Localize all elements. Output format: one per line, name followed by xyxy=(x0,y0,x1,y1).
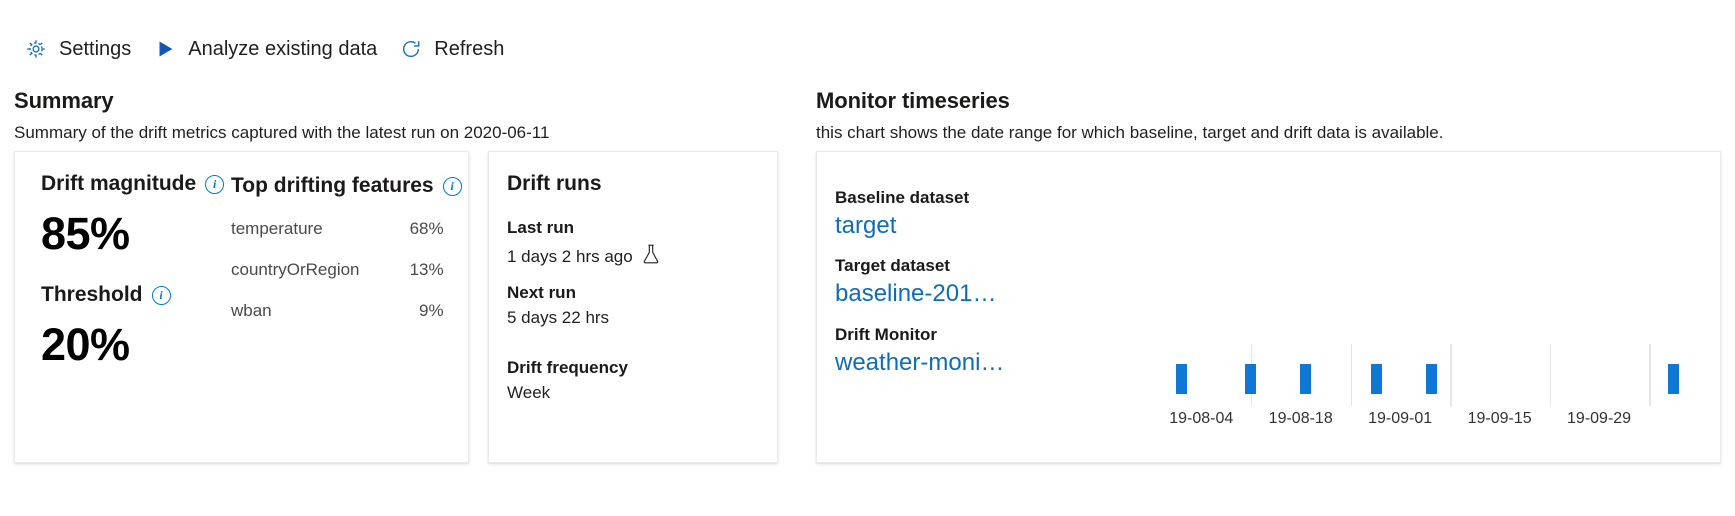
monitor-timeseries-title: Monitor timeseries xyxy=(816,88,1010,113)
drift-monitor-page: Settings Analyze existing data Refresh S… xyxy=(0,0,1735,516)
threshold-label: Threshold xyxy=(41,283,143,307)
threshold-block: Threshold i 20% xyxy=(41,283,231,371)
chart-gridline xyxy=(1450,344,1452,406)
drift-frequency-value: Week xyxy=(507,383,551,402)
settings-button[interactable]: Settings xyxy=(18,31,147,67)
feature-percent: 68% xyxy=(409,219,444,238)
feature-name: temperature xyxy=(231,219,323,238)
summary-card: Drift magnitude i 85% Threshold i 20% To… xyxy=(14,151,469,463)
timeseries-chart[interactable]: 19-08-04 19-08-18 19-09-01 19-09-15 19-09-29 xyxy=(1055,170,1705,444)
threshold-value: 20% xyxy=(41,319,130,371)
baseline-dataset-row: Baseline dataset target xyxy=(835,188,1065,242)
chart-gridline xyxy=(1350,344,1353,406)
feature-percent: 9% xyxy=(419,301,444,320)
drift-magnitude-header: Drift magnitude i xyxy=(41,172,231,196)
last-run-label: Last run xyxy=(507,218,575,237)
chart-bar[interactable] xyxy=(1668,364,1680,394)
summary-subtitle: Summary of the drift metrics captured wi… xyxy=(14,123,550,142)
analyze-existing-data-label: Analyze existing data xyxy=(188,38,378,60)
last-run-value: 1 days 2 hrs ago xyxy=(507,246,633,266)
drift-monitor-link[interactable]: weather-moni… xyxy=(835,347,1065,379)
baseline-dataset-label: Baseline dataset xyxy=(835,188,970,207)
refresh-icon xyxy=(399,37,423,61)
top-drifting-features-column: Top drifting features i temperature 68% … xyxy=(231,172,462,369)
chart-tick-label: 19-09-15 xyxy=(1467,410,1532,427)
chart-bar[interactable] xyxy=(1425,364,1437,394)
settings-button-label: Settings xyxy=(59,38,132,60)
chart-bar[interactable] xyxy=(1300,364,1312,394)
top-drifting-features-label: Top drifting features xyxy=(231,174,434,197)
drift-magnitude-value: 85% xyxy=(41,208,130,259)
monitor-timeseries-subtitle: this chart shows the date range for whic… xyxy=(816,123,1444,142)
top-drifting-features-info-icon[interactable]: i xyxy=(442,176,462,196)
chart-gridline xyxy=(1649,344,1651,406)
feature-percent: 13% xyxy=(409,260,444,279)
last-run-value-row: 1 days 2 hrs ago xyxy=(507,243,757,270)
timeseries-legend-rows: Baseline dataset target Target dataset b… xyxy=(835,188,1065,379)
chart-tick-label: 19-09-01 xyxy=(1368,410,1433,427)
summary-title: Summary xyxy=(14,88,114,113)
flask-icon xyxy=(641,243,661,270)
chart-gridline xyxy=(1549,344,1552,406)
chart-tick-label: 19-09-29 xyxy=(1567,410,1632,427)
target-dataset-row: Target dataset baseline-201… xyxy=(835,256,1065,310)
chart-bar[interactable] xyxy=(1176,364,1188,394)
drift-magnitude-label: Drift magnitude xyxy=(41,172,197,195)
top-drifting-features-header: Top drifting features i xyxy=(231,174,462,198)
chart-plot-area xyxy=(1055,170,1705,406)
play-icon xyxy=(153,37,177,61)
summary-header: Summary Summary of the drift metrics cap… xyxy=(14,88,549,143)
summary-metrics-column: Drift magnitude i 85% Threshold i 20% xyxy=(41,172,231,369)
feature-row: wban 9% xyxy=(231,301,462,321)
baseline-dataset-link[interactable]: target xyxy=(835,210,1065,242)
chart-bar[interactable] xyxy=(1245,364,1257,394)
drift-monitor-row: Drift Monitor weather-moni… xyxy=(835,325,1065,379)
monitor-timeseries-card: Baseline dataset target Target dataset b… xyxy=(816,151,1721,463)
analyze-existing-data-button[interactable]: Analyze existing data xyxy=(147,31,393,67)
feature-name: wban xyxy=(231,301,272,320)
target-dataset-link[interactable]: baseline-201… xyxy=(835,278,1065,310)
gear-icon xyxy=(24,37,48,61)
threshold-info-icon[interactable]: i xyxy=(151,285,171,305)
threshold-header: Threshold i xyxy=(41,283,231,307)
drift-monitor-label: Drift Monitor xyxy=(835,324,937,344)
target-dataset-label: Target dataset xyxy=(835,256,950,276)
drift-frequency-label: Drift frequency xyxy=(507,358,628,377)
next-run-value: 5 days 22 hrs xyxy=(507,308,610,327)
chart-tick-label: 19-08-18 xyxy=(1268,410,1333,427)
feature-name: countryOrRegion xyxy=(231,260,360,279)
drift-runs-card: Drift runs Last run 1 days 2 hrs ago Nex… xyxy=(488,151,778,463)
refresh-button[interactable]: Refresh xyxy=(393,31,520,67)
command-bar: Settings Analyze existing data Refresh xyxy=(0,26,520,72)
monitor-timeseries-header: Monitor timeseries this chart shows the … xyxy=(816,88,1443,143)
drift-magnitude-block: Drift magnitude i 85% xyxy=(41,172,231,257)
refresh-button-label: Refresh xyxy=(434,38,505,60)
drift-runs-title: Drift runs xyxy=(507,172,602,195)
feature-row: countryOrRegion 13% xyxy=(231,260,462,280)
next-run-label: Next run xyxy=(507,283,576,302)
chart-tick-label: 19-08-04 xyxy=(1169,410,1234,427)
drift-magnitude-info-icon[interactable]: i xyxy=(205,174,225,194)
chart-bar[interactable] xyxy=(1370,364,1382,394)
feature-row: temperature 68% xyxy=(231,219,462,239)
